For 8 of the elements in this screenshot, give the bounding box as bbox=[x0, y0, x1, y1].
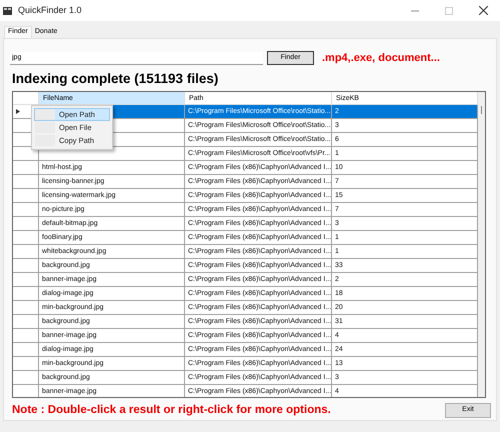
hint-text: .mp4,.exe, document... bbox=[322, 51, 440, 66]
current-row-icon bbox=[16, 108, 20, 114]
note-text: Note : Double-click a result or right-click for more options. bbox=[12, 402, 331, 418]
window-title: QuickFinder 1.0 bbox=[18, 4, 82, 17]
app-icon bbox=[3, 6, 12, 14]
close-icon[interactable] bbox=[479, 6, 488, 15]
maximize-icon[interactable] bbox=[445, 6, 453, 14]
status-heading: Indexing complete (151193 files) bbox=[12, 70, 220, 88]
